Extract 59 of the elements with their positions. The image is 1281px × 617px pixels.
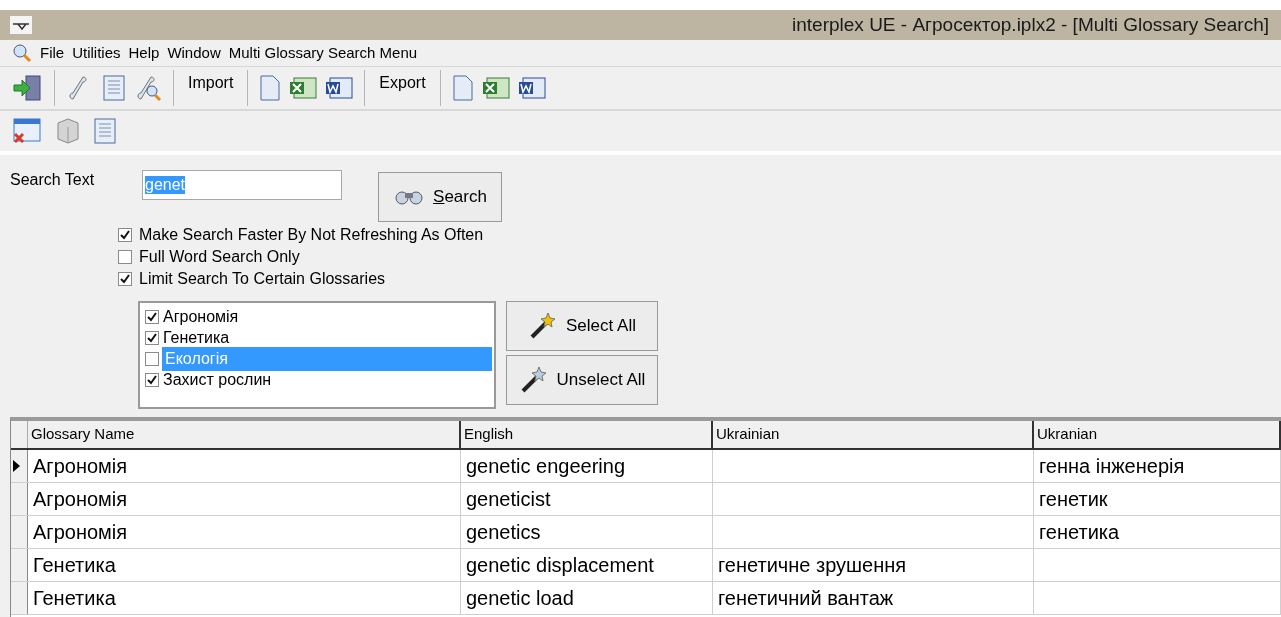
table-cell-text: geneticist bbox=[466, 487, 551, 512]
binoculars-icon bbox=[393, 188, 426, 206]
check-icon bbox=[147, 332, 157, 343]
column-header[interactable]: Ukranian bbox=[1034, 421, 1281, 448]
column-header[interactable]: Ukrainian bbox=[713, 421, 1034, 448]
check-icon bbox=[147, 374, 157, 385]
check-icon bbox=[120, 273, 130, 284]
table-cell-text: Генетика bbox=[33, 553, 116, 578]
spreadsheet-icon[interactable] bbox=[288, 75, 319, 101]
export-label: Export bbox=[379, 73, 426, 93]
checkbox-label: Make Search Faster By Not Refreshing As Often bbox=[139, 224, 484, 245]
check-icon bbox=[120, 229, 130, 240]
checkbox[interactable] bbox=[145, 330, 159, 345]
word-document-icon[interactable] bbox=[516, 75, 547, 101]
word-document-icon[interactable] bbox=[324, 75, 355, 101]
table-cell-text: genetic load bbox=[466, 586, 574, 611]
table-cell-text: генетичний вантаж bbox=[718, 586, 894, 611]
app-icon[interactable] bbox=[10, 16, 32, 34]
column-header[interactable]: English bbox=[461, 421, 713, 448]
checkbox[interactable] bbox=[118, 227, 132, 242]
menu-item[interactable]: Help bbox=[128, 41, 160, 65]
current-row-icon bbox=[11, 459, 21, 473]
blank-document-icon[interactable] bbox=[450, 74, 475, 102]
search-label: Search Text bbox=[10, 170, 96, 190]
exit-door-icon[interactable] bbox=[12, 73, 44, 103]
table-cell-text: Генетика bbox=[33, 586, 116, 611]
table-cell-text: генетичне зрушення bbox=[718, 553, 907, 578]
search-button[interactable]: Search bbox=[378, 172, 502, 222]
magnifier-icon[interactable] bbox=[12, 43, 32, 63]
table-cell-text: генетика bbox=[1039, 520, 1120, 545]
select-all-button[interactable]: Select All bbox=[506, 301, 658, 351]
menu-item[interactable]: Multi Glossary Search Menu bbox=[228, 41, 418, 65]
menu-item[interactable]: Window bbox=[167, 41, 221, 65]
table-cell-text: genetics bbox=[466, 520, 541, 545]
column-header[interactable]: Glossary Name bbox=[28, 421, 461, 448]
checkbox[interactable] bbox=[145, 351, 159, 366]
checkbox-label: Full Word Search Only bbox=[139, 246, 300, 267]
checkbox[interactable] bbox=[118, 249, 132, 264]
checkbox[interactable] bbox=[145, 309, 159, 324]
window-title: interplex UE - Агросектор.iplx2 - [Multi Glossary Search] bbox=[792, 12, 1269, 37]
menu-item[interactable]: File bbox=[40, 41, 65, 65]
blank-document-icon[interactable] bbox=[258, 74, 283, 102]
table-cell-text: генна інженерія bbox=[1039, 454, 1185, 479]
menu-item[interactable]: Utilities bbox=[72, 41, 121, 65]
checkbox[interactable] bbox=[145, 372, 159, 387]
table-cell-text: genetic engeering bbox=[466, 454, 625, 479]
table-cell-text: Агрономія bbox=[33, 454, 128, 479]
checkbox-label: Limit Search To Certain Glossaries bbox=[139, 268, 386, 289]
import-label: Import bbox=[188, 73, 234, 93]
unselect-all-button[interactable]: Unselect All bbox=[506, 355, 658, 405]
check-icon bbox=[147, 311, 157, 322]
table-cell-text: Агрономія bbox=[33, 487, 128, 512]
close-window-icon[interactable] bbox=[12, 117, 42, 145]
spreadsheet-icon[interactable] bbox=[480, 75, 511, 101]
table-cell-text: genetic displacement bbox=[466, 553, 654, 578]
table-cell-text: Агрономія bbox=[33, 520, 128, 545]
row-header[interactable] bbox=[11, 450, 28, 482]
table-cell-text: генетик bbox=[1039, 487, 1108, 512]
checkbox[interactable] bbox=[118, 271, 132, 286]
